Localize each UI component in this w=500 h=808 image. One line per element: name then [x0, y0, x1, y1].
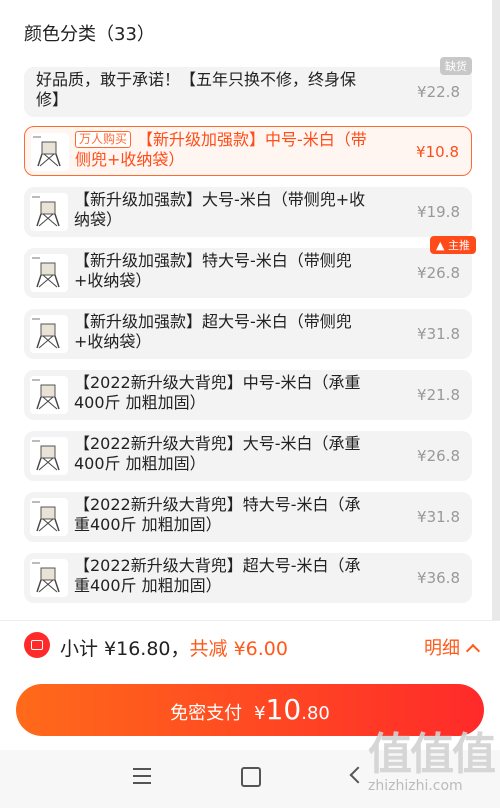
scrollbar[interactable] — [492, 0, 500, 620]
sku-item[interactable]: 【2022新升级大背兜】中号-米白（承重400斤 加粗加固） ¥21.8 — [24, 370, 472, 420]
watermark-logo: 值值值 — [368, 729, 496, 780]
sku-name: 【2022新升级大背兜】特大号-米白（承重400斤 加粗加固） — [74, 495, 361, 534]
sku-price: ¥36.8 — [417, 569, 460, 587]
sku-item[interactable]: 【2022新升级大背兜】特大号-米白（承重400斤 加粗加固） ¥31.8 — [24, 492, 472, 542]
discount-text: 共减 ¥6.00 — [189, 638, 288, 660]
sku-name: 好品质，敢于承诺！【五年只换不修，终身保修】 — [36, 70, 357, 109]
product-thumbnail — [30, 254, 68, 292]
popular-tag: 万人购买 — [75, 131, 132, 148]
sku-price: ¥26.8 — [417, 447, 460, 465]
pay-amount-decimal: .80 — [301, 703, 330, 724]
sku-price: ¥19.8 — [417, 203, 460, 221]
sku-price: ¥26.8 — [417, 264, 460, 282]
coupon-icon — [24, 632, 50, 658]
home-icon[interactable] — [241, 767, 261, 787]
out-of-stock-badge: 缺货 — [440, 57, 472, 75]
sku-name: 【新升级加强款】大号-米白（带侧兜+收纳袋） — [74, 190, 366, 229]
back-icon[interactable] — [349, 766, 367, 784]
sku-name: 【2022新升级大背兜】超大号-米白（承重400斤 加粗加固） — [74, 556, 361, 595]
product-thumbnail — [31, 133, 69, 171]
product-thumbnail — [30, 559, 68, 597]
product-thumbnail — [30, 437, 68, 475]
sku-item[interactable]: 【新升级加强款】大号-米白（带侧兜+收纳袋） ¥19.8 — [24, 187, 472, 237]
watermark: 值值值 zhizhizhi.com — [368, 718, 498, 798]
sku-item[interactable]: 【2022新升级大背兜】大号-米白（承重400斤 加粗加固） ¥26.8 — [24, 431, 472, 481]
pay-amount-integer: 10 — [265, 693, 302, 726]
sku-name: 【2022新升级大背兜】大号-米白（承重400斤 加粗加固） — [74, 434, 361, 473]
sku-price: ¥22.8 — [417, 83, 460, 101]
section-title: 颜色分类（33） — [24, 24, 155, 45]
subtotal-text: 小计 ¥16.80， — [60, 638, 190, 660]
sku-price: ¥31.8 — [417, 508, 460, 526]
sku-name: 万人购买 【新升级加强款】中号-米白（带侧兜+收纳袋） — [75, 130, 367, 169]
sku-item[interactable]: 【2022新升级大背兜】超大号-米白（承重400斤 加粗加固） ¥36.8 — [24, 553, 472, 603]
divider — [0, 620, 500, 621]
sku-selector-sheet: 颜色分类（33） 好品质，敢于承诺！【五年只换不修，终身保修】 ¥22.8 缺货… — [0, 0, 492, 620]
sku-name: 【2022新升级大背兜】中号-米白（承重400斤 加粗加固） — [74, 373, 361, 412]
pay-currency: ¥ — [254, 703, 266, 724]
flame-icon: ▲ — [436, 239, 445, 252]
product-thumbnail — [30, 376, 68, 414]
detail-button[interactable]: 明细 — [424, 634, 481, 660]
sku-item[interactable]: 好品质，敢于承诺！【五年只换不修，终身保修】 ¥22.8 缺货 — [24, 57, 472, 117]
product-thumbnail — [30, 498, 68, 536]
sku-item-selected[interactable]: 万人购买 【新升级加强款】中号-米白（带侧兜+收纳袋） ¥10.8 — [24, 126, 472, 176]
sku-item[interactable]: 【新升级加强款】特大号-米白（带侧兜+收纳袋） ¥26.8 ▲ 主推 — [24, 236, 476, 298]
sku-item[interactable]: 【新升级加强款】超大号-米白（带侧兜+收纳袋） ¥31.8 — [24, 309, 472, 359]
product-thumbnail — [30, 315, 68, 353]
sku-name: 【新升级加强款】特大号-米白（带侧兜+收纳袋） — [74, 251, 352, 290]
checkout-footer: 小计 ¥16.80，共减 ¥6.00 明细 免密支付 ¥10.80 值值值 zhi… — [0, 620, 500, 808]
pay-label: 免密支付 — [170, 703, 243, 724]
recommended-badge: ▲ 主推 — [430, 236, 476, 254]
sku-price: ¥31.8 — [417, 325, 460, 343]
sku-price: ¥21.8 — [417, 386, 460, 404]
subtotal-summary: 小计 ¥16.80，共减 ¥6.00 — [60, 634, 288, 661]
chevron-up-icon — [465, 643, 481, 659]
sku-price: ¥10.8 — [416, 143, 459, 161]
sku-name: 【新升级加强款】超大号-米白（带侧兜+收纳袋） — [74, 312, 352, 351]
product-thumbnail — [30, 193, 68, 231]
menu-icon[interactable] — [133, 768, 151, 784]
